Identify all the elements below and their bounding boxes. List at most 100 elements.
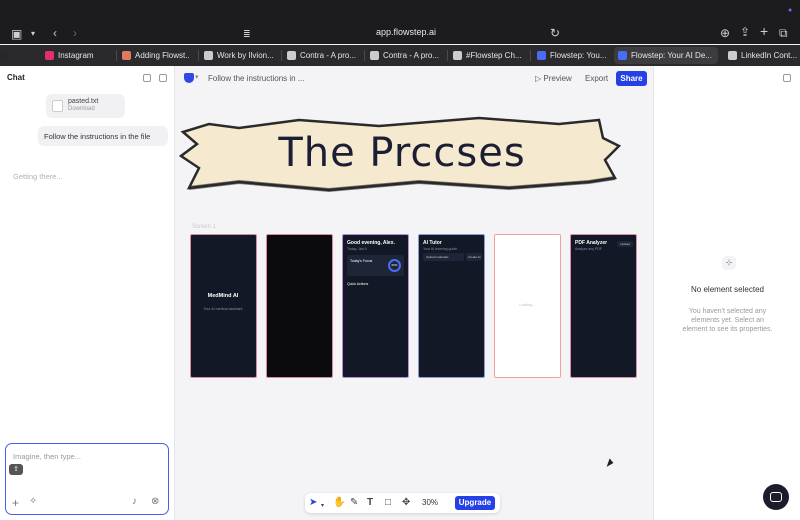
tab-label: #Flowstep Ch... (466, 51, 522, 60)
history-icon[interactable] (143, 74, 151, 82)
page-icon (453, 51, 462, 60)
tab-group-icon[interactable]: ◎ (0, 50, 9, 61)
tab-flowstep-1[interactable]: Flowstep: You... (533, 47, 607, 64)
screen-subtitle: Your AI medical assistant (203, 307, 243, 311)
properties-panel: ⊹ No element selected You haven't select… (653, 66, 800, 520)
flowstep-icon (618, 51, 627, 60)
back-icon[interactable]: ‹ (53, 27, 57, 39)
tab-label: Contra - A pro... (383, 51, 440, 60)
message-icon (770, 492, 782, 502)
chat-panel: Chat pasted.txt Download Follow the inst… (0, 66, 175, 520)
page-icon (204, 51, 213, 60)
tab-flowstep-active[interactable]: Flowstep: Your AI De... (614, 47, 718, 64)
screen-pdf-analyzer[interactable]: PDF Analyzer Analyze any PDF Upload (570, 234, 637, 378)
screen-title: PDF Analyzer (575, 240, 608, 246)
screen-loading[interactable]: Loading... (494, 234, 561, 378)
collapse-panel-icon[interactable] (159, 74, 167, 82)
forward-icon[interactable]: › (73, 27, 77, 39)
tab-adding-flowstep[interactable]: Adding Flowst... (118, 47, 190, 64)
note-tool-icon[interactable]: ✎ (350, 497, 358, 509)
tab-flowstep-channel[interactable]: #Flowstep Ch... (449, 47, 523, 64)
focus-card: Today's Focus 60% (347, 255, 404, 276)
focus-card-label: Today's Focus (350, 259, 373, 263)
flowstep-logo-icon[interactable] (184, 73, 194, 83)
page-icon (728, 51, 737, 60)
tab-instagram[interactable]: Instagram (41, 47, 101, 64)
flowstep-icon (537, 51, 546, 60)
empty-state-title: No element selected (691, 285, 764, 294)
screen-blank-dark[interactable] (266, 234, 333, 378)
screen-ai-tutor[interactable]: AI Tutor Your AI learning guide Upload m… (418, 234, 485, 378)
screen-title: AI Tutor (423, 240, 442, 246)
microphone-icon[interactable]: ♪ (132, 496, 137, 507)
file-attachment[interactable]: pasted.txt Download (46, 94, 125, 118)
screen-label: Screen 1 (192, 224, 217, 230)
tab-label: Adding Flowst... (135, 51, 190, 60)
screen-dashboard[interactable]: Good evening, Alex. Today, Jan 5 Today's… (342, 234, 409, 378)
browser-toolbar: ▣ ▾ ‹ › ≣ app.flowstep.ai ↻ ⊕ ⇪ + ⧉ ● (0, 0, 800, 44)
empty-state-description: You haven't selected any elements yet. S… (682, 308, 773, 333)
tab-work-by[interactable]: Work by Ilvion... (200, 47, 274, 64)
status-text: Getting there... (13, 172, 63, 181)
add-icon[interactable]: + (12, 496, 19, 510)
tab-contra-1[interactable]: Contra - A pro... (283, 47, 357, 64)
select-cursor-icon: ⊹ (722, 256, 736, 270)
screen-medmind[interactable]: MedMind AI Your AI medical assistant (190, 234, 257, 378)
chevron-down-icon[interactable]: ▾ (195, 73, 199, 81)
chevron-down-icon[interactable]: ▾ (31, 28, 35, 40)
chat-title: Chat (7, 73, 25, 82)
design-canvas[interactable]: ▾ Follow the instructions in ... ▷ Previ… (175, 66, 653, 520)
component-tool-icon[interactable]: ✥ (402, 497, 410, 509)
sparkle-icon[interactable]: ✧ (29, 496, 37, 507)
upload-materials-chip: Upload materials (423, 253, 464, 261)
page-icon (122, 51, 131, 60)
dot-icon: ● (788, 7, 793, 14)
instagram-icon (45, 51, 54, 60)
page-icon (287, 51, 296, 60)
preview-button[interactable]: ▷ Preview (535, 74, 572, 83)
banner-title: The Prccses (278, 130, 526, 176)
screen-subtitle: Today, Jan 5 (347, 247, 367, 251)
tab-label: Contra - A pro... (300, 51, 357, 60)
zoom-level[interactable]: 30% (422, 498, 438, 507)
url-text: app.flowstep.ai (376, 27, 437, 37)
chevron-down-icon[interactable]: ▾ (321, 500, 324, 512)
export-button[interactable]: Export (585, 74, 608, 83)
project-title[interactable]: Follow the instructions in ... (208, 74, 304, 83)
upload-icon[interactable]: ⇪ (9, 464, 23, 475)
tab-label: Work by Ilvion... (217, 51, 274, 60)
input-placeholder: Imagine, then type... (13, 452, 81, 461)
tab-label: Flowstep: You... (550, 51, 607, 60)
frame-tool-icon[interactable]: □ (385, 497, 391, 509)
support-chat-button[interactable] (763, 484, 789, 510)
share-button[interactable]: Share (616, 71, 647, 86)
upgrade-button[interactable]: Upgrade (455, 496, 495, 510)
tab-label: Instagram (58, 51, 94, 60)
reload-icon[interactable]: ↻ (550, 27, 560, 39)
sidebar-toggle-icon[interactable]: ▣ (11, 28, 22, 40)
file-name: pasted.txt (68, 98, 99, 105)
tab-linkedin[interactable]: LinkedIn Cont... (724, 47, 800, 64)
create-chip: Create AI (466, 253, 482, 261)
share-icon[interactable]: ⇪ (740, 26, 750, 38)
tab-contra-2[interactable]: Contra - A pro... (366, 47, 440, 64)
preview-label: Preview (543, 74, 572, 83)
file-icon (52, 100, 63, 112)
tab-strip: ◎ Instagram Adding Flowst... Work by Ilv… (0, 45, 800, 66)
screen-title: Good evening, Alex. (347, 240, 395, 246)
file-download-link[interactable]: Download (68, 106, 125, 112)
section-title: Quick Actions (347, 282, 369, 286)
download-icon[interactable]: ⊕ (720, 27, 730, 39)
tab-label: Flowstep: Your AI De... (631, 51, 712, 60)
select-tool-icon[interactable]: ➤ (309, 497, 317, 509)
canvas-header: ▾ Follow the instructions in ... ▷ Previ… (175, 66, 653, 90)
text-tool-icon[interactable]: T (367, 497, 373, 509)
screen-subtitle: Analyze any PDF (575, 247, 603, 251)
upload-badge: Upload (617, 241, 633, 247)
collapse-panel-icon[interactable] (783, 74, 791, 82)
stop-icon[interactable]: ⊗ (151, 496, 159, 507)
tab-overview-icon[interactable]: ⧉ (779, 27, 788, 39)
new-tab-icon[interactable]: + (760, 24, 768, 38)
reader-icon[interactable]: ≣ (243, 28, 251, 40)
hand-tool-icon[interactable]: ✋ (333, 497, 345, 509)
